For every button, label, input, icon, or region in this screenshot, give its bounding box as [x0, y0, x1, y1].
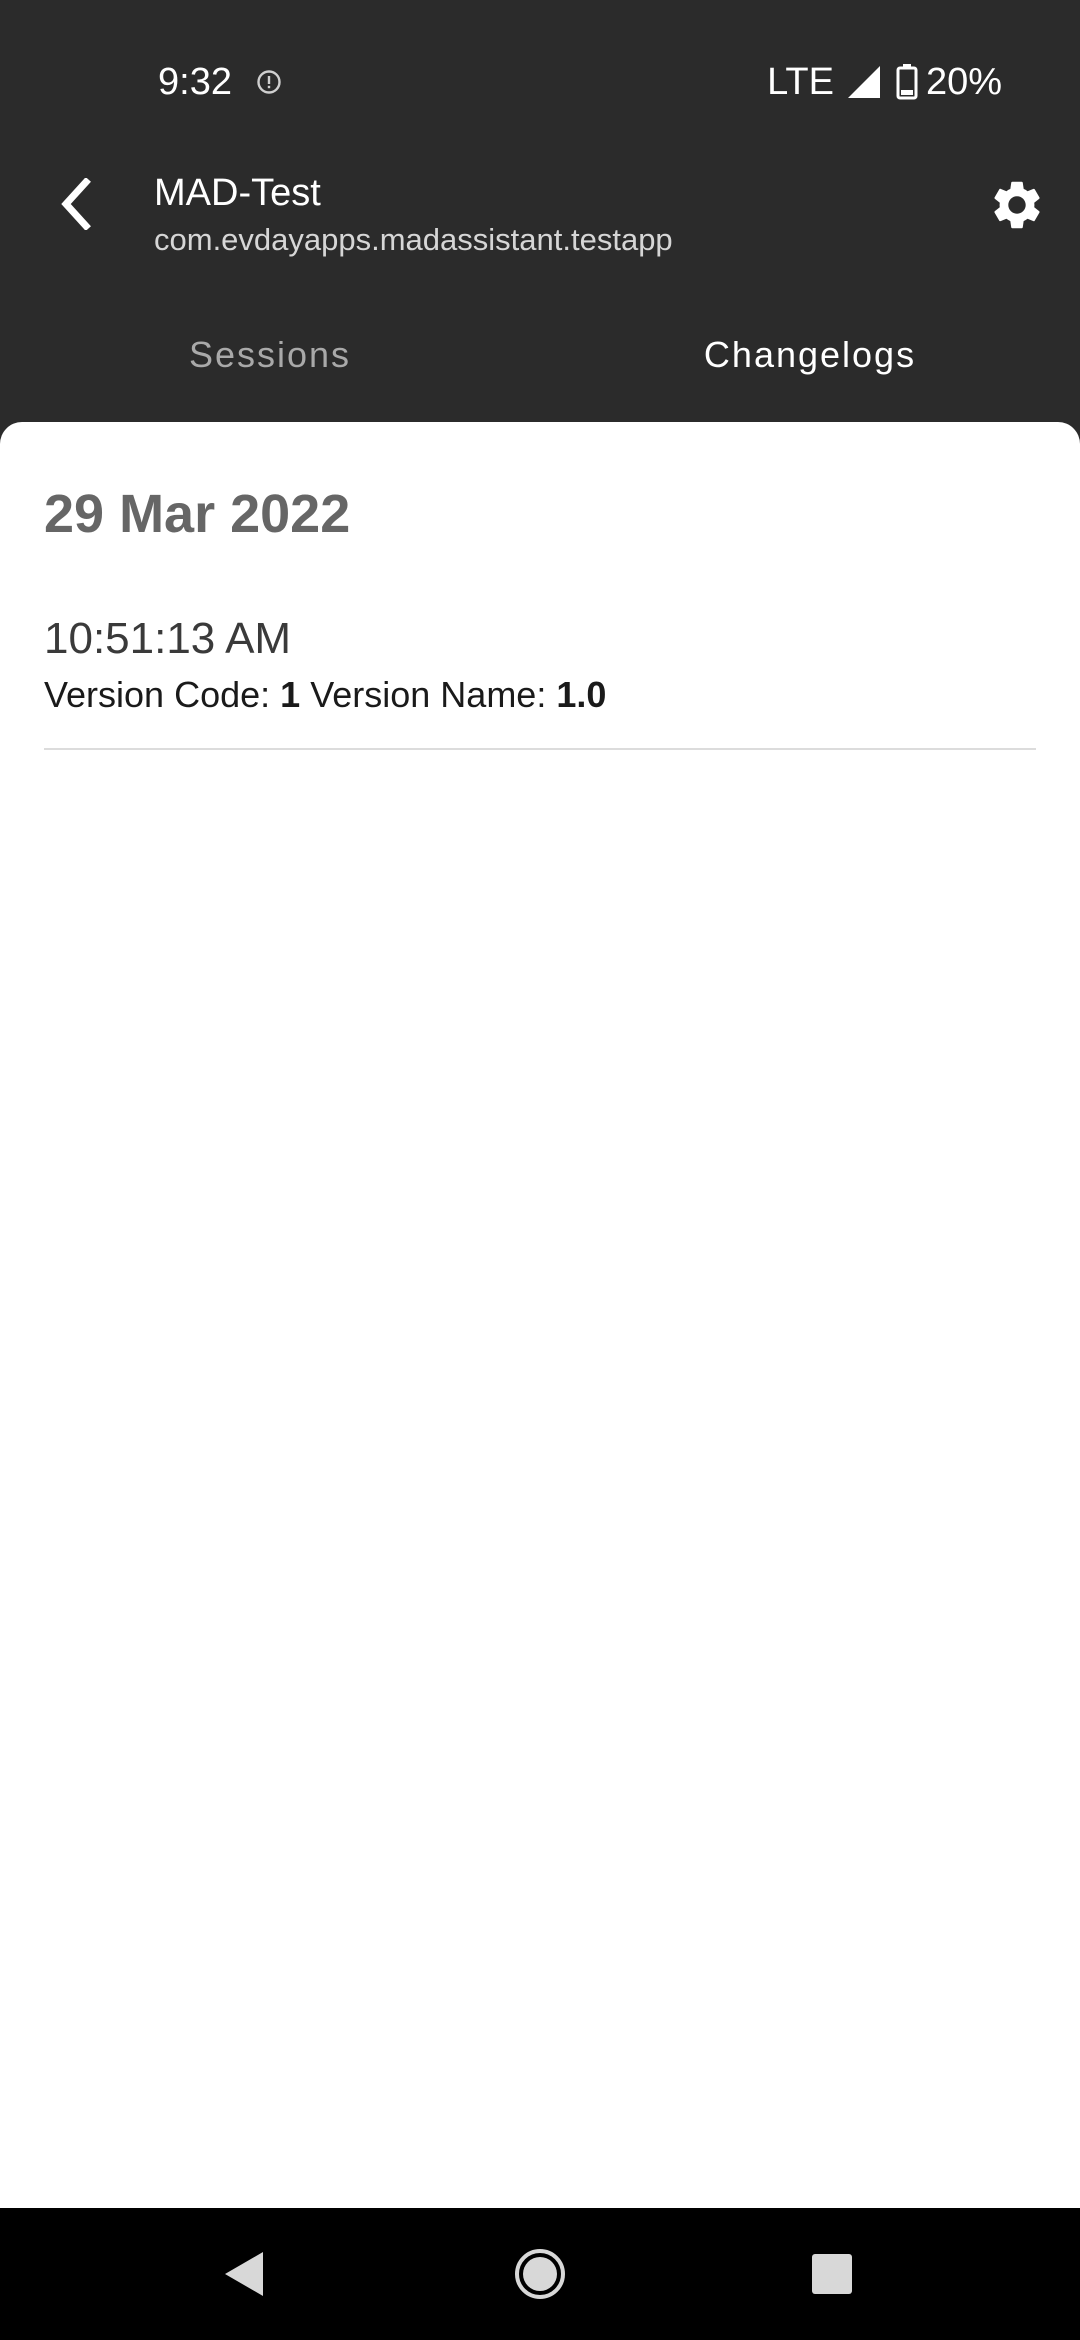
nav-recents-button[interactable] [766, 2208, 898, 2340]
nav-back-button[interactable] [178, 2208, 310, 2340]
tab-bar: Sessions Changelogs [0, 300, 1080, 410]
battery-icon [896, 64, 918, 100]
network-type: LTE [767, 60, 834, 103]
status-right: LTE 20% [767, 58, 1002, 106]
alert-icon [257, 70, 281, 94]
entry-version-info: Version Code: 1 Version Name: 1.0 [44, 672, 606, 718]
gear-icon [994, 181, 1040, 229]
version-code-label: Version Code: [44, 674, 271, 715]
system-nav-bar [0, 2208, 1080, 2340]
settings-button[interactable] [978, 166, 1056, 244]
back-button[interactable] [40, 168, 112, 240]
status-bar: 9:32 LTE 20% [0, 0, 1080, 140]
tab-changelogs[interactable]: Changelogs [540, 300, 1080, 410]
signal-icon [847, 66, 880, 98]
nav-recents-icon [812, 2254, 852, 2294]
back-arrow-icon [61, 178, 91, 230]
version-name-label: Version Name: [310, 674, 547, 715]
app-title: MAD-Test [154, 172, 321, 214]
entry-time: 10:51:13 AM [44, 614, 292, 663]
screen: 9:32 LTE 20% MAD-Test com.evdayapps.mada… [0, 0, 1080, 2340]
battery-percent: 20% [925, 60, 1002, 103]
tab-sessions[interactable]: Sessions [0, 300, 540, 410]
date-header: 29 Mar 2022 [44, 484, 351, 544]
version-code-value: 1 [280, 674, 301, 715]
app-package-name: com.evdayapps.madassistant.testapp [154, 222, 673, 257]
changelog-list: 29 Mar 2022 10:51:13 AM Version Code: 1 … [0, 422, 1080, 2208]
status-time: 9:32 [158, 61, 232, 103]
app-bar: MAD-Test com.evdayapps.madassistant.test… [0, 140, 1080, 280]
nav-back-icon [225, 2252, 263, 2296]
nav-home-icon [515, 2249, 565, 2299]
list-item[interactable]: 10:51:13 AM Version Code: 1 Version Name… [44, 612, 1036, 750]
version-name-value: 1.0 [556, 674, 607, 715]
nav-home-button[interactable] [474, 2208, 606, 2340]
